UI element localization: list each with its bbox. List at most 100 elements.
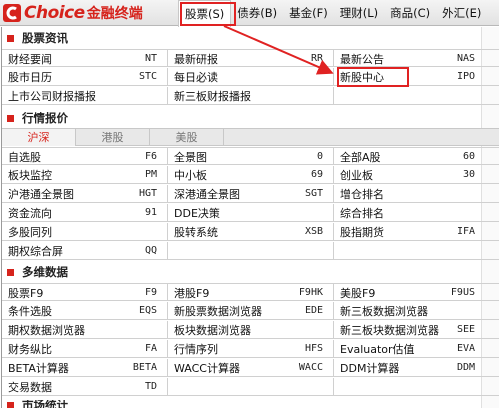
quote-tab-0[interactable]: 沪深	[2, 129, 76, 146]
quote-tab-1[interactable]: 港股	[76, 129, 150, 146]
menu-entry-shortcut: NT	[144, 53, 157, 64]
menu-entry[interactable]: 沪港通全景图 HGT	[2, 185, 168, 202]
menu-entry[interactable]: 行情序列 HFS	[168, 340, 334, 357]
menu-entry-label: DDM计算器	[340, 361, 400, 375]
menu-entry[interactable]: 资金流向 91	[2, 204, 168, 221]
menu-entry[interactable]: WACC计算器 WACC	[168, 359, 334, 376]
menu-entry-shortcut: SEE	[456, 324, 475, 335]
menu-entry-label: 新三板数据浏览器	[340, 304, 428, 318]
menu-entry[interactable]: 自选股 F6	[2, 148, 168, 165]
menu-entry[interactable]: 中小板 69	[168, 166, 334, 183]
menu-entry-label: 新股中心	[340, 70, 384, 84]
menu-entry-label: 中小板	[174, 168, 207, 182]
menu-entry[interactable]: BETA计算器 BETA	[2, 359, 168, 376]
menu-entry-label: 资金流向	[8, 206, 52, 220]
menu-row: 财经要闻 NT 最新研报 RR 最新公告 NAS	[2, 49, 499, 67]
menu-entry	[334, 378, 499, 395]
menu-entry[interactable]: 增仓排名	[334, 185, 499, 202]
menu-entry-label: 行情序列	[174, 342, 218, 356]
menu-row: BETA计算器 BETA WACC计算器 WACC DDM计算器 DDM	[2, 359, 499, 377]
menu-entry[interactable]: 每日必读	[168, 68, 334, 85]
menu-entry[interactable]: 美股F9 F9US	[334, 284, 499, 301]
logo-subtitle: 金融终端	[86, 6, 143, 22]
menu-entry-label: 股市日历	[8, 70, 52, 84]
menu-entry-label: 股票F9	[8, 286, 44, 300]
menu-entry[interactable]: 板块监控 PM	[2, 166, 168, 183]
menu-entry[interactable]: DDM计算器 DDM	[334, 359, 499, 376]
menu-entry-label: BETA计算器	[8, 361, 69, 375]
menu-entry[interactable]: 深港通全景图 SGT	[168, 185, 334, 202]
menu-entry[interactable]: Evaluator估值 EVA	[334, 340, 499, 357]
menu-entry	[334, 87, 499, 104]
section-header-multi: 多维数据	[2, 263, 499, 281]
stock-dropdown-panel: 股票资讯 财经要闻 NT 最新研报 RR 最新公告 NAS 股市日历 STC 每日必读 新股中心 I…	[1, 27, 499, 408]
menu-entry-shortcut: IFA	[456, 226, 475, 237]
menu-entry[interactable]: 上市公司财报播报	[2, 87, 168, 104]
menu-row: 条件选股 EQS 新股票数据浏览器 EDE 新三板数据浏览器	[2, 302, 499, 320]
menu-entry-label: 股转系统	[174, 225, 218, 239]
menu-entry-label: WACC计算器	[174, 361, 240, 375]
menu-entry-shortcut: BETA	[132, 362, 157, 373]
menu-entry[interactable]: 最新研报 RR	[168, 50, 334, 67]
menu-item-5[interactable]: 外汇(E)	[436, 0, 487, 26]
menu-entry[interactable]: 创业板 30	[334, 166, 499, 183]
menu-entry[interactable]: 板块数据浏览器	[168, 321, 334, 338]
quote-tab-2[interactable]: 美股	[150, 129, 224, 146]
menu-entry[interactable]: 新三板块数据浏览器 SEE	[334, 321, 499, 338]
menu-entry[interactable]: 港股F9 F9HK	[168, 284, 334, 301]
menu-item-0[interactable]: 股票(S)	[178, 0, 232, 27]
menu-entry	[168, 242, 334, 259]
menu-item-2[interactable]: 基金(F)	[283, 0, 334, 26]
menu-entry-shortcut: WACC	[298, 362, 323, 373]
menu-entry[interactable]: 股指期货 IFA	[334, 223, 499, 240]
menu-entry-shortcut: 0	[316, 151, 323, 162]
menu-entry[interactable]: 全景图 0	[168, 148, 334, 165]
menu-entry-label: 最新研报	[174, 52, 218, 66]
menu-entry-label: 美股F9	[340, 286, 376, 300]
menu-row: 板块监控 PM 中小板 69 创业板 30	[2, 166, 499, 184]
menu-entry-shortcut: 69	[310, 169, 323, 180]
menu-entry[interactable]: 股市日历 STC	[2, 68, 168, 85]
menu-entry-label: 深港通全景图	[174, 187, 240, 201]
section-title: 股票资讯	[22, 31, 68, 45]
menu-entry-label: 全景图	[174, 150, 207, 164]
menu-entry[interactable]: 期权综合屏 QQ	[2, 242, 168, 259]
menu-entry-label: 新三板块数据浏览器	[340, 323, 439, 337]
menu-row: 自选股 F6 全景图 0 全部A股 60	[2, 147, 499, 165]
menu-item-3[interactable]: 理财(L)	[334, 0, 384, 26]
menu-entry-shortcut: NAS	[456, 53, 475, 64]
menu-entry[interactable]: 综合排名	[334, 204, 499, 221]
menu-entry-label: 港股F9	[174, 286, 210, 300]
menu-entry[interactable]: 股票F9 F9	[2, 284, 168, 301]
menu-entry[interactable]: 期权数据浏览器	[2, 321, 168, 338]
menu-entry[interactable]: 交易数据 TD	[2, 378, 168, 395]
menu-item-4[interactable]: 商品(C)	[384, 0, 436, 26]
menu-row: 多股同列 股转系统 XSB 股指期货 IFA	[2, 223, 499, 241]
menu-entry[interactable]: 全部A股 60	[334, 148, 499, 165]
menu-entry-label: 股指期货	[340, 225, 384, 239]
menu-entry-shortcut: FA	[144, 343, 157, 354]
menu-entry[interactable]: 多股同列	[2, 223, 168, 240]
menu-entry[interactable]: 新股中心 IPO	[334, 68, 499, 85]
menu-entry[interactable]: 股转系统 XSB	[168, 223, 334, 240]
section-title: 多维数据	[22, 265, 68, 279]
menu-entry-label: 每日必读	[174, 70, 218, 84]
menu-entry[interactable]: 新三板数据浏览器	[334, 302, 499, 319]
menu-entry-shortcut: F6	[144, 151, 157, 162]
menu-item-1[interactable]: 债券(B)	[231, 0, 283, 26]
menu-entry[interactable]: 财经要闻 NT	[2, 50, 168, 67]
menu-entry-shortcut: STC	[138, 71, 157, 82]
menu-entry	[334, 242, 499, 259]
menu-entry-label: 板块数据浏览器	[174, 323, 251, 337]
top-menu-bar: Choice 金融终端 股票(S) 债券(B) 基金(F) 理财(L) 商品(C) 外汇(…	[0, 0, 499, 27]
menu-entry[interactable]: 新股票数据浏览器 EDE	[168, 302, 334, 319]
menu-entry[interactable]: 最新公告 NAS	[334, 50, 499, 67]
menu-entry-label: 最新公告	[340, 52, 384, 66]
section-title: 行情报价	[22, 111, 68, 125]
menu-entry[interactable]: 条件选股 EQS	[2, 302, 168, 319]
menu-entry[interactable]: 财务纵比 FA	[2, 340, 168, 357]
menu-entry-label: 新三板财报播报	[174, 89, 251, 103]
menu-entry-shortcut: XSB	[304, 226, 323, 237]
menu-entry[interactable]: 新三板财报播报	[168, 87, 334, 104]
menu-entry[interactable]: DDE决策	[168, 204, 334, 221]
